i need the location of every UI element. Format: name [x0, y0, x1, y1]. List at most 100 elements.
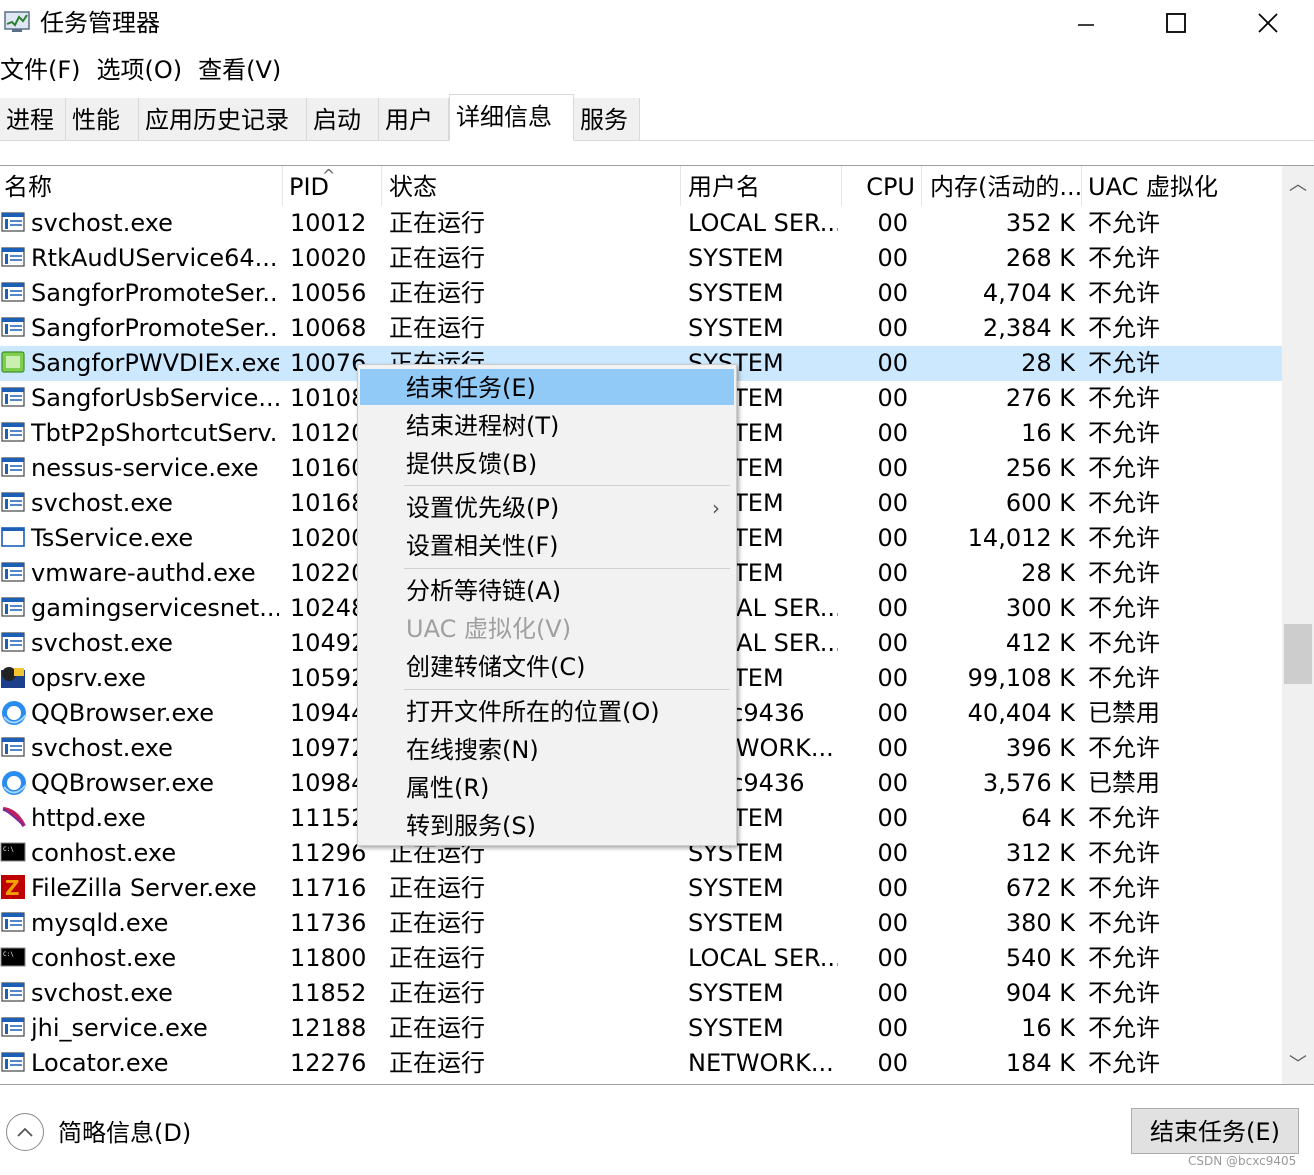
- process-name: QQBrowser.exe: [31, 699, 215, 727]
- context-menu-item[interactable]: 提供反馈(B): [360, 445, 734, 481]
- context-menu-item-label: 在线搜索(N): [406, 736, 539, 764]
- context-menu-item[interactable]: 属性(R): [360, 769, 734, 805]
- menu-separator: [404, 689, 730, 690]
- process-name: SangforPromoteSer...: [31, 279, 279, 307]
- fewer-details-link[interactable]: 简略信息(D): [58, 1116, 191, 1150]
- context-menu-item[interactable]: 设置优先级(P) ›: [360, 489, 734, 525]
- process-memory: 3,576 K: [982, 769, 1075, 797]
- process-status: 正在运行: [389, 909, 485, 937]
- context-menu-item: UAC 虚拟化(V): [360, 610, 734, 646]
- column-header-cpu[interactable]: CPU: [842, 166, 922, 206]
- minimize-button[interactable]: [1040, 0, 1132, 46]
- console-icon: C:\: [0, 944, 28, 972]
- process-user: SYSTEM: [688, 1014, 784, 1042]
- table-row[interactable]: SangforPromoteSer... 10056 正在运行 SYSTEM 00 4,7…: [0, 276, 1282, 311]
- column-header-user[interactable]: 用户名: [681, 166, 842, 206]
- process-memory: 16 K: [1021, 419, 1075, 447]
- process-uac: 不允许: [1088, 804, 1160, 832]
- maximize-button[interactable]: [1130, 0, 1222, 46]
- scroll-up-icon[interactable]: ︿: [1282, 170, 1314, 200]
- process-cpu: 00: [877, 419, 908, 447]
- table-row[interactable]: svchost.exe 11852 正在运行 SYSTEM 00 904 K 不允许: [0, 976, 1282, 1011]
- vertical-scrollbar[interactable]: ︿ ﹀: [1282, 166, 1314, 1084]
- process-name: conhost.exe: [31, 944, 177, 972]
- context-menu-item[interactable]: 分析等待链(A): [360, 572, 734, 608]
- process-uac: 不允许: [1088, 909, 1160, 937]
- table-row[interactable]: svchost.exe 10012 正在运行 LOCAL SER... 00 352 K 不…: [0, 206, 1282, 241]
- tab-performance[interactable]: 性能: [66, 98, 139, 140]
- service-icon: [0, 419, 28, 447]
- context-menu-item[interactable]: 结束任务(E): [360, 369, 734, 405]
- process-user: SYSTEM: [688, 279, 784, 307]
- service-icon: [0, 559, 28, 587]
- process-cpu: 00: [877, 874, 908, 902]
- process-pid: 10068: [290, 314, 367, 342]
- context-menu-item[interactable]: 打开文件所在的位置(O): [360, 693, 734, 729]
- context-menu-item[interactable]: 创建转储文件(C): [360, 648, 734, 684]
- process-name: mysqld.exe: [31, 909, 169, 937]
- table-row[interactable]: mysqld.exe 11736 正在运行 SYSTEM 00 380 K 不允许: [0, 906, 1282, 941]
- tab-processes[interactable]: 进程: [0, 98, 66, 140]
- column-header-uac[interactable]: UAC 虚拟化: [1082, 166, 1282, 206]
- process-uac: 不允许: [1088, 1014, 1160, 1042]
- table-row[interactable]: Locator.exe 12276 正在运行 NETWORK... 00 184 K 不允许: [0, 1046, 1282, 1081]
- process-uac: 已禁用: [1088, 699, 1160, 727]
- process-cpu: 00: [877, 699, 908, 727]
- tab-services[interactable]: 服务: [574, 98, 640, 140]
- table-row[interactable]: C:\ conhost.exe 11800 正在运行 LOCAL SER... 00 540…: [0, 941, 1282, 976]
- process-memory: 268 K: [1005, 244, 1075, 272]
- end-task-button[interactable]: 结束任务(E): [1131, 1108, 1299, 1154]
- watermark: CSDN @bcxc9405: [1188, 1154, 1297, 1168]
- tab-app-history[interactable]: 应用历史记录: [139, 98, 307, 140]
- table-row[interactable]: SangforPromoteSer... 10068 正在运行 SYSTEM 00 2,3…: [0, 311, 1282, 346]
- context-menu-item[interactable]: 结束进程树(T): [360, 407, 734, 443]
- scrollbar-thumb[interactable]: [1284, 624, 1312, 684]
- menu-view[interactable]: 查看(V): [198, 52, 287, 88]
- console-icon: C:\: [0, 839, 28, 867]
- process-name: opsrv.exe: [31, 664, 146, 692]
- process-cpu: 00: [877, 489, 908, 517]
- process-user: SYSTEM: [688, 314, 784, 342]
- process-name: RtkAudUService64....: [31, 244, 279, 272]
- process-cpu: 00: [877, 209, 908, 237]
- process-cpu: 00: [877, 909, 908, 937]
- table-row[interactable]: jhi_service.exe 12188 正在运行 SYSTEM 00 16 K 不允许: [0, 1011, 1282, 1046]
- scroll-down-icon[interactable]: ﹀: [1282, 1050, 1314, 1080]
- tab-users[interactable]: 用户: [379, 98, 449, 140]
- tab-details[interactable]: 详细信息: [449, 94, 574, 141]
- context-menu-item[interactable]: 设置相关性(F): [360, 527, 734, 563]
- menu-file[interactable]: 文件(F): [0, 52, 87, 88]
- table-row[interactable]: Z FileZilla Server.exe 11716 正在运行 SYSTEM 00 67…: [0, 871, 1282, 906]
- process-memory: 256 K: [1005, 454, 1075, 482]
- column-header-name[interactable]: 名称: [0, 166, 283, 206]
- process-cpu: 00: [877, 559, 908, 587]
- process-memory: 396 K: [1005, 734, 1075, 762]
- context-menu-item[interactable]: 转到服务(S): [360, 807, 734, 843]
- process-name: SangforPWVDIEx.exe: [31, 349, 279, 377]
- table-row[interactable]: RtkAudUService64.... 10020 正在运行 SYSTEM 00 268…: [0, 241, 1282, 276]
- tab-startup[interactable]: 启动: [307, 98, 379, 140]
- feather-icon: [0, 804, 28, 832]
- process-uac: 不允许: [1088, 944, 1160, 972]
- context-menu-item-label: 结束进程树(T): [406, 412, 560, 440]
- process-uac: 不允许: [1088, 559, 1160, 587]
- process-cpu: 00: [877, 349, 908, 377]
- process-user: SYSTEM: [688, 874, 784, 902]
- service-icon: [0, 209, 28, 237]
- process-status: 正在运行: [389, 1049, 485, 1077]
- context-menu-item[interactable]: 在线搜索(N): [360, 731, 734, 767]
- close-button[interactable]: [1222, 0, 1314, 46]
- process-uac: 不允许: [1088, 279, 1160, 307]
- process-pid: 11800: [290, 944, 367, 972]
- column-header-status[interactable]: 状态: [382, 166, 681, 206]
- process-uac: 不允许: [1088, 419, 1160, 447]
- process-name: FileZilla Server.exe: [31, 874, 257, 902]
- process-uac: 不允许: [1088, 629, 1160, 657]
- menu-options[interactable]: 选项(O): [97, 52, 189, 88]
- collapse-button[interactable]: [6, 1113, 44, 1151]
- service-icon: [0, 384, 28, 412]
- process-memory: 4,704 K: [982, 279, 1075, 307]
- process-uac: 不允许: [1088, 979, 1160, 1007]
- column-header-memory[interactable]: 内存(活动的...: [922, 166, 1082, 206]
- service-icon: [0, 244, 28, 272]
